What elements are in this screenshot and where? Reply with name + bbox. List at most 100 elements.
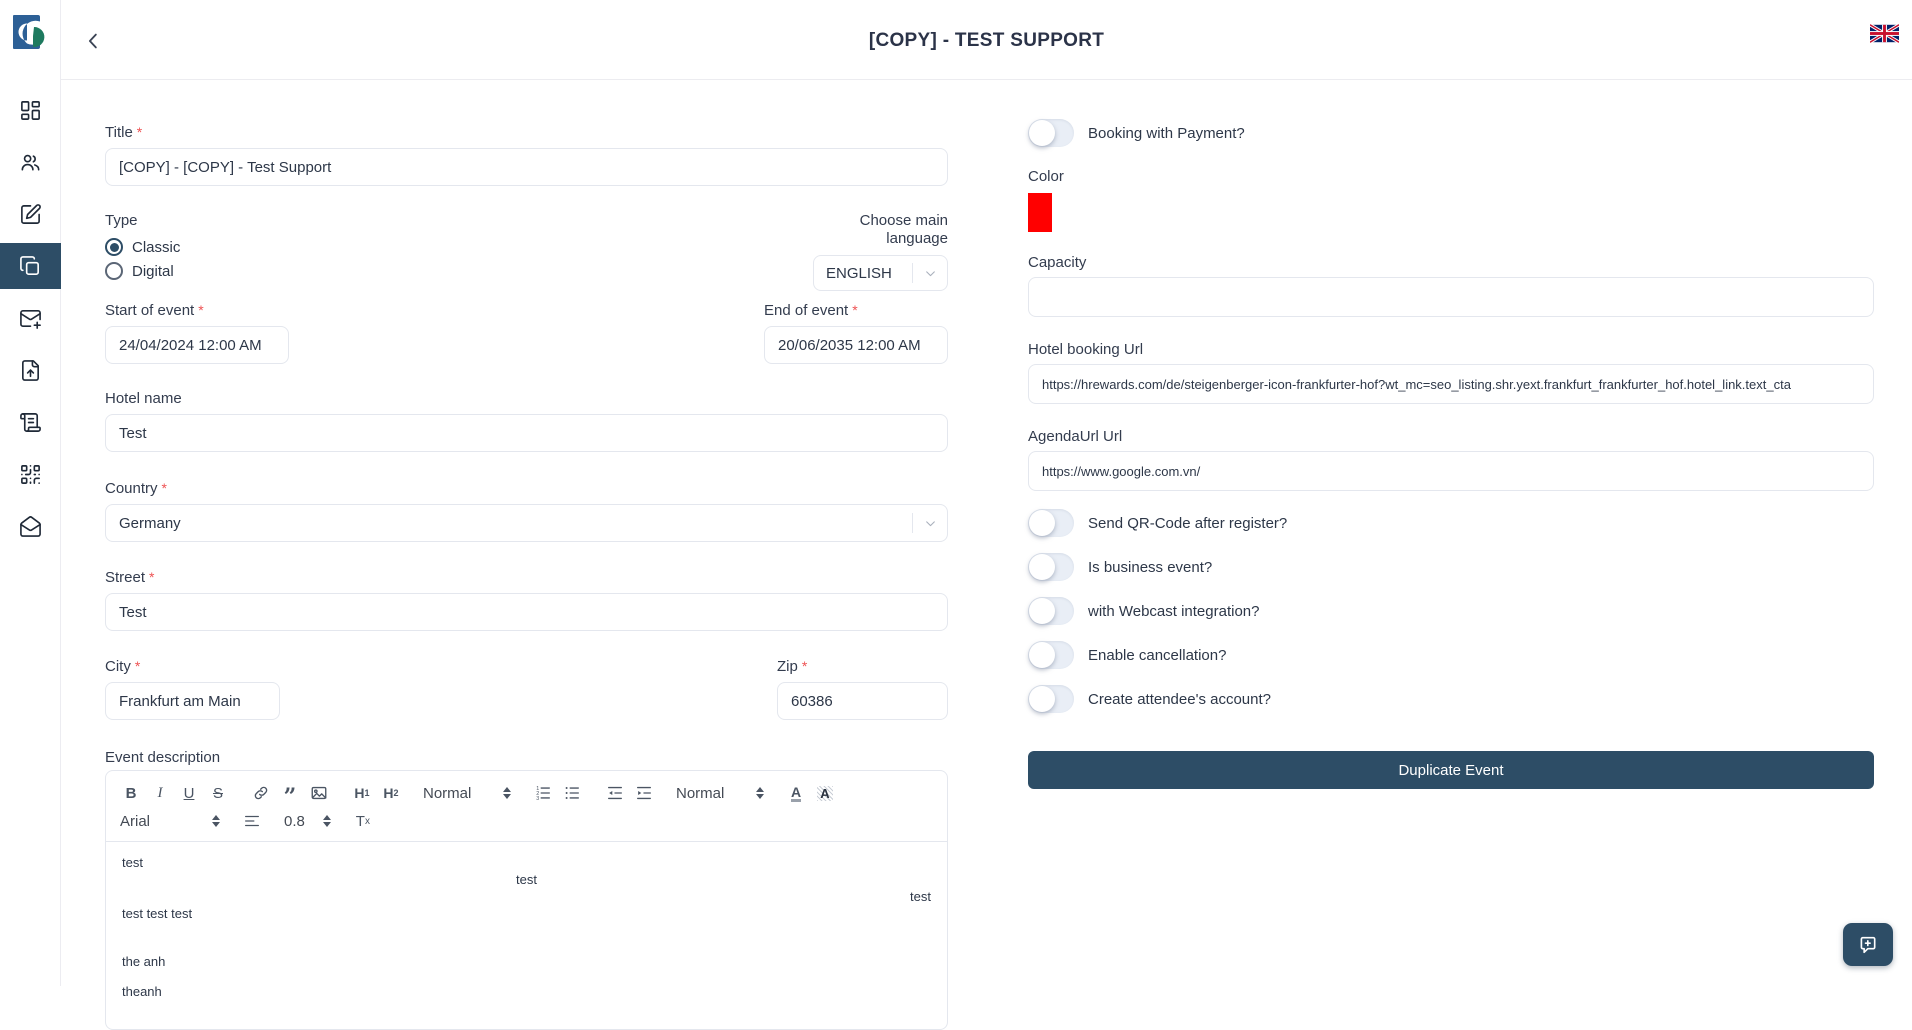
- editor-line[interactable]: test: [122, 888, 931, 905]
- indent-icon[interactable]: [633, 781, 655, 805]
- sidebar-item-edit-icon[interactable]: [0, 188, 61, 240]
- toggle-business-event: Is business event?: [1028, 553, 1874, 581]
- rich-text-editor: B I U S ” H1 H2: [105, 770, 948, 1030]
- sidebar-item-users-icon[interactable]: [0, 136, 61, 188]
- language-select[interactable]: ENGLISH: [813, 255, 948, 291]
- page-title: [COPY] - TEST SUPPORT: [61, 30, 1912, 52]
- picker-arrows-icon: [503, 787, 511, 799]
- sidebar-item-scroll-icon[interactable]: [0, 396, 61, 448]
- chevron-down-icon[interactable]: [913, 517, 947, 530]
- hotel-name-input[interactable]: [105, 414, 948, 452]
- header-format-picker[interactable]: Normal: [423, 781, 511, 805]
- radio-digital-control[interactable]: [105, 262, 123, 280]
- qr-code-icon: [19, 463, 42, 486]
- outdent-icon[interactable]: [604, 781, 626, 805]
- editor-content[interactable]: test test test test test test the anh th…: [106, 842, 947, 1012]
- toggle-booking-payment: Booking with Payment?: [1028, 119, 1874, 147]
- italic-button[interactable]: I: [149, 781, 171, 805]
- sidebar-item-file-upload-icon[interactable]: [0, 344, 61, 396]
- sidebar-item-envelope-open-icon[interactable]: [0, 500, 61, 552]
- editor-line[interactable]: test: [122, 854, 931, 871]
- edit-icon: [19, 203, 42, 226]
- chevron-down-icon[interactable]: [913, 267, 947, 280]
- sidebar-item-copy-icon[interactable]: [0, 243, 61, 289]
- capacity-input[interactable]: [1028, 277, 1874, 317]
- top-header: [COPY] - TEST SUPPORT: [61, 0, 1912, 80]
- bold-button[interactable]: B: [120, 781, 142, 805]
- event-form: Title* Type Classic Digital Choose main …: [105, 80, 948, 1030]
- title-label: Title: [105, 124, 133, 141]
- scroll-icon: [19, 411, 42, 434]
- hotel-name-label: Hotel name: [105, 390, 182, 407]
- font-picker[interactable]: Arial: [120, 809, 220, 833]
- users-icon: [19, 151, 42, 174]
- hotel-booking-url-label: Hotel booking Url: [1028, 341, 1874, 358]
- color-label: Color: [1028, 168, 1874, 185]
- editor-line[interactable]: the anh: [122, 953, 931, 970]
- strikethrough-button[interactable]: S: [207, 781, 229, 805]
- blockquote-icon[interactable]: ”: [279, 781, 301, 805]
- country-label: Country: [105, 480, 158, 497]
- zip-label: Zip: [777, 658, 798, 675]
- clear-formatting-button[interactable]: Tx: [352, 809, 374, 833]
- ordered-list-icon[interactable]: 123: [532, 781, 554, 805]
- editor-line[interactable]: test test test: [122, 905, 931, 922]
- radio-classic-control[interactable]: [105, 238, 123, 256]
- color-swatch[interactable]: [1028, 193, 1052, 232]
- header-2-button[interactable]: H2: [380, 781, 402, 805]
- create-attendee-account-toggle[interactable]: [1028, 685, 1074, 713]
- city-input[interactable]: [105, 682, 280, 720]
- country-select[interactable]: Germany: [105, 504, 948, 542]
- editor-line[interactable]: test: [122, 871, 931, 888]
- type-label: Type: [105, 212, 138, 229]
- align-icon[interactable]: [241, 809, 263, 833]
- header-1-button[interactable]: H1: [351, 781, 373, 805]
- start-of-event-input[interactable]: [105, 326, 289, 364]
- size-format-picker[interactable]: Normal: [676, 781, 764, 805]
- city-group: City*: [105, 658, 280, 720]
- send-qr-code-toggle[interactable]: [1028, 509, 1074, 537]
- title-input[interactable]: [105, 148, 948, 186]
- hotel-booking-url-input[interactable]: [1028, 364, 1874, 404]
- background-color-button[interactable]: A: [814, 781, 836, 805]
- event-description-label: Event description: [105, 749, 220, 766]
- chat-button[interactable]: [1843, 923, 1893, 966]
- street-input[interactable]: [105, 593, 948, 631]
- required-asterisk: *: [137, 124, 142, 140]
- language-label: Choose main language: [860, 212, 948, 247]
- street-label: Street: [105, 569, 145, 586]
- sidebar-item-mail-plus-icon[interactable]: [0, 292, 61, 344]
- webcast-integration-toggle[interactable]: [1028, 597, 1074, 625]
- options-toggle-list: Send QR-Code after register? Is business…: [1028, 509, 1874, 713]
- svg-text:3: 3: [536, 796, 539, 802]
- uk-flag-icon[interactable]: [1870, 24, 1899, 43]
- sidebar: [0, 0, 61, 986]
- line-height-picker[interactable]: 0.8: [284, 809, 331, 833]
- toggle-webcast-integration: with Webcast integration?: [1028, 597, 1874, 625]
- image-icon[interactable]: [308, 781, 330, 805]
- bullet-list-icon[interactable]: [561, 781, 583, 805]
- end-of-event-input[interactable]: [764, 326, 948, 364]
- toggle-send-qr-code: Send QR-Code after register?: [1028, 509, 1874, 537]
- enable-cancellation-toggle[interactable]: [1028, 641, 1074, 669]
- toggle-enable-cancellation: Enable cancellation?: [1028, 641, 1874, 669]
- toggle-create-attendee-account: Create attendee's account?: [1028, 685, 1874, 713]
- duplicate-event-button[interactable]: Duplicate Event: [1028, 751, 1874, 789]
- country-group: Country* Germany: [105, 480, 948, 542]
- copy-icon: [19, 255, 42, 278]
- agenda-url-input[interactable]: [1028, 451, 1874, 491]
- start-of-event-group: Start of event*: [105, 302, 289, 364]
- text-color-button[interactable]: A: [785, 781, 807, 805]
- zip-input[interactable]: [777, 682, 948, 720]
- link-icon[interactable]: [250, 781, 272, 805]
- street-group: Street*: [105, 569, 948, 631]
- booking-payment-toggle[interactable]: [1028, 119, 1074, 147]
- language-group: Choose main language ENGLISH: [813, 212, 948, 291]
- underline-button[interactable]: U: [178, 781, 200, 805]
- editor-line[interactable]: [122, 922, 931, 939]
- business-event-toggle[interactable]: [1028, 553, 1074, 581]
- title-field-group: Title*: [105, 124, 948, 186]
- type-language-row: Type Classic Digital Choose main languag…: [105, 212, 948, 286]
- sidebar-item-grid-icon[interactable]: [0, 84, 61, 136]
- sidebar-item-qr-code-icon[interactable]: [0, 448, 61, 500]
